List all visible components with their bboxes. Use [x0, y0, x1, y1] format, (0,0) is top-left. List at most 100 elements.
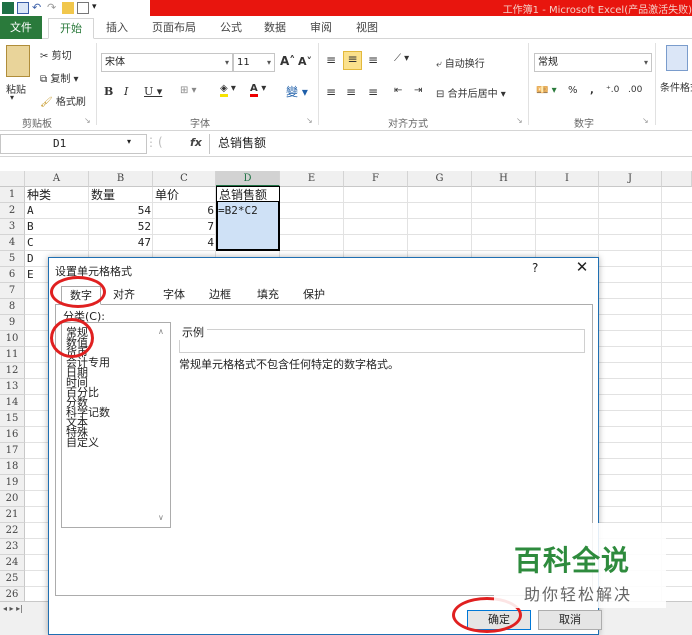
copy-button[interactable]: ⧉ 复制 ▾	[40, 70, 79, 85]
cut-button[interactable]: ✂ 剪切	[40, 47, 72, 62]
row-header-4[interactable]: 4	[0, 235, 25, 251]
fill-color-icon[interactable]: ◈ ▾	[220, 83, 236, 97]
column-header-c[interactable]: C	[153, 171, 216, 187]
tab-number[interactable]: 数字	[61, 286, 101, 305]
bold-icon[interactable]: B	[104, 85, 113, 98]
column-header-g[interactable]: G	[408, 171, 472, 187]
conditional-format-icon[interactable]	[666, 45, 688, 71]
format-painter-button[interactable]: 🖌 格式刷	[40, 93, 86, 108]
tab-alignment[interactable]: 对齐	[107, 286, 141, 305]
decrease-indent-icon[interactable]: ⇤	[394, 85, 402, 96]
increase-indent-icon[interactable]: ⇥	[414, 85, 422, 96]
formula-cancel-icon[interactable]: ⋮	[145, 135, 157, 149]
percent-icon[interactable]: %	[568, 85, 578, 96]
paste-dropdown-icon[interactable]: ▾	[10, 93, 14, 102]
undo-icon[interactable]: ↶	[32, 2, 44, 14]
row-header-11[interactable]: 11	[0, 347, 25, 363]
row-header-24[interactable]: 24	[0, 555, 25, 571]
align-top-icon[interactable]: ≡	[326, 53, 336, 67]
row-header-7[interactable]: 7	[0, 283, 25, 299]
cell-c3[interactable]: 7	[153, 219, 216, 235]
cell-b1[interactable]: 数量	[89, 187, 117, 203]
cell-a3[interactable]: B	[25, 219, 36, 235]
align-center-icon[interactable]: ≡	[346, 85, 356, 99]
redo-icon[interactable]: ↷	[47, 2, 59, 14]
row-header-13[interactable]: 13	[0, 379, 25, 395]
column-header-d[interactable]: D	[216, 171, 280, 187]
number-launcher-icon[interactable]: ↘	[642, 116, 649, 125]
align-left-icon[interactable]: ≡	[326, 85, 336, 99]
row-header-8[interactable]: 8	[0, 299, 25, 315]
cell-b4[interactable]: 47	[89, 235, 153, 251]
tab-border[interactable]: 边框	[203, 286, 237, 305]
column-header-h[interactable]: H	[472, 171, 536, 187]
font-name-combo[interactable]: 宋体 ▾	[101, 53, 233, 72]
paste-icon[interactable]	[6, 45, 30, 77]
row-header-18[interactable]: 18	[0, 459, 25, 475]
column-header-k[interactable]	[662, 171, 692, 187]
cell-b3[interactable]: 52	[89, 219, 153, 235]
tab-review[interactable]: 审阅	[304, 18, 338, 39]
cell-a6[interactable]: E	[25, 267, 36, 283]
cell-c4[interactable]: 4	[153, 235, 216, 251]
row-header-25[interactable]: 25	[0, 571, 25, 587]
cell-d2[interactable]: =B2*C2	[216, 203, 260, 219]
column-header-j[interactable]: J	[599, 171, 662, 187]
name-box[interactable]: D1	[0, 134, 147, 154]
tab-page-layout[interactable]: 页面布局	[144, 18, 204, 39]
italic-icon[interactable]: I	[124, 85, 128, 98]
cell-c2[interactable]: 6	[153, 203, 216, 219]
insert-function-icon[interactable]: fx	[190, 136, 202, 149]
tab-home[interactable]: 开始	[48, 18, 94, 39]
row-header-9[interactable]: 9	[0, 315, 25, 331]
row-header-23[interactable]: 23	[0, 539, 25, 555]
paste-button[interactable]: 粘贴	[6, 81, 26, 96]
cell-a4[interactable]: C	[25, 235, 36, 251]
cell-c1[interactable]: 单价	[153, 187, 181, 203]
scroll-down-icon[interactable]: ∨	[158, 513, 164, 522]
ok-button[interactable]: 确定	[467, 610, 531, 630]
align-right-icon[interactable]: ≡	[368, 85, 378, 99]
column-header-a[interactable]: A	[25, 171, 89, 187]
row-header-3[interactable]: 3	[0, 219, 25, 235]
phonetic-guide-icon[interactable]: 變 ▾	[286, 83, 308, 100]
tab-data[interactable]: 数据	[258, 18, 292, 39]
column-header-e[interactable]: E	[280, 171, 344, 187]
row-header-12[interactable]: 12	[0, 363, 25, 379]
save-icon[interactable]	[17, 2, 29, 14]
row-header-2[interactable]: 2	[0, 203, 25, 219]
comma-icon[interactable]: ,	[590, 85, 594, 96]
close-icon[interactable]: ✕	[570, 258, 594, 276]
cancel-button[interactable]: 取消	[538, 610, 602, 630]
select-all-corner[interactable]	[0, 171, 25, 187]
help-icon[interactable]: ?	[532, 261, 538, 275]
tab-view[interactable]: 视图	[350, 18, 384, 39]
orientation-icon[interactable]: ⟋ ▾	[394, 53, 409, 64]
increase-decimal-icon[interactable]: ⁺.0	[606, 85, 619, 95]
tab-fill[interactable]: 填充	[251, 286, 285, 305]
cell-a1[interactable]: 种类	[25, 187, 53, 203]
row-header-1[interactable]: 1	[0, 187, 25, 203]
row-header-19[interactable]: 19	[0, 475, 25, 491]
cell-d1[interactable]: 总销售额	[216, 186, 280, 202]
row-header-6[interactable]: 6	[0, 267, 25, 283]
tab-font[interactable]: 字体	[157, 286, 191, 305]
merge-center-button[interactable]: ⊟ 合并后居中 ▾	[436, 85, 506, 100]
category-listbox[interactable]: 常规 数值 货币 会计专用 日期 时间 百分比 分数 科学记数 文本 特殊 自定…	[61, 322, 171, 528]
grow-font-icon[interactable]: A˄	[280, 54, 295, 68]
column-header-b[interactable]: B	[89, 171, 153, 187]
row-header-10[interactable]: 10	[0, 331, 25, 347]
scroll-up-icon[interactable]: ∧	[158, 327, 164, 336]
formula-input[interactable]: 总销售额	[209, 134, 692, 154]
conditional-format-button[interactable]: 条件格式	[660, 79, 692, 94]
formula-enter-icon[interactable]: (	[158, 135, 163, 149]
tab-insert[interactable]: 插入	[100, 18, 134, 39]
new-file-icon[interactable]	[77, 2, 89, 14]
shrink-font-icon[interactable]: A˅	[298, 55, 312, 68]
row-header-16[interactable]: 16	[0, 427, 25, 443]
font-color-icon[interactable]: A ▾	[250, 83, 266, 97]
customize-qat-icon[interactable]: ▾	[92, 2, 104, 14]
tab-formulas[interactable]: 公式	[214, 18, 248, 39]
row-header-17[interactable]: 17	[0, 443, 25, 459]
number-format-combo[interactable]: 常规 ▾	[534, 53, 652, 72]
